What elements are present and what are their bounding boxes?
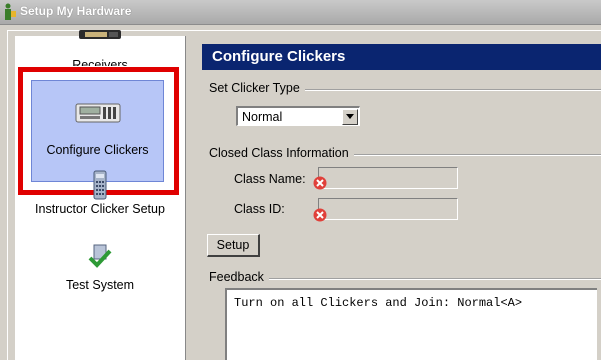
error-icon [313, 208, 327, 222]
chevron-down-icon [346, 114, 354, 119]
clicker-base-icon [75, 103, 120, 123]
title-bar: Setup My Hardware [0, 0, 601, 25]
class-id-field[interactable] [318, 198, 458, 220]
feedback-text: Turn on all Clickers and Join: Normal<A> [234, 296, 523, 310]
remote-icon [93, 170, 107, 200]
page-title: Configure Clickers [212, 48, 346, 65]
page-title-bar: Configure Clickers [202, 44, 601, 70]
clicker-type-value: Normal [242, 110, 283, 124]
setup-button[interactable]: Setup [207, 234, 260, 257]
sidebar-item-label: Test System [65, 278, 135, 292]
sidebar-item-configure-clickers[interactable]: Configure Clickers [31, 80, 164, 182]
sidebar-item-instructor-clicker-setup[interactable]: Instructor Clicker Setup [15, 170, 185, 217]
class-name-field[interactable] [318, 167, 458, 189]
class-name-label: Class Name: [234, 172, 306, 186]
sidebar-item-label: Instructor Clicker Setup [35, 202, 165, 216]
window-title: Setup My Hardware [20, 4, 132, 18]
sidebar-item-test-system[interactable]: Test System [15, 244, 185, 292]
feedback-textarea[interactable]: Turn on all Clickers and Join: Normal<A> [225, 288, 597, 360]
class-info-section-label: Closed Class Information [209, 146, 354, 160]
sidebar-item-label: Configure Clickers [46, 143, 149, 157]
app-icon [5, 3, 16, 20]
dropdown-button[interactable] [342, 109, 358, 125]
receiver-icon [79, 30, 121, 39]
sidebar-item-label: Receivers [72, 58, 128, 66]
clicker-type-section-label: Set Clicker Type [209, 81, 305, 95]
feedback-section-label: Feedback [209, 270, 269, 284]
sidebar-item-receivers[interactable]: Receivers [15, 24, 185, 66]
error-icon [313, 176, 327, 190]
checkmark-icon [88, 244, 112, 268]
class-id-label: Class ID: [234, 202, 285, 216]
clicker-type-select[interactable]: Normal [236, 106, 360, 126]
